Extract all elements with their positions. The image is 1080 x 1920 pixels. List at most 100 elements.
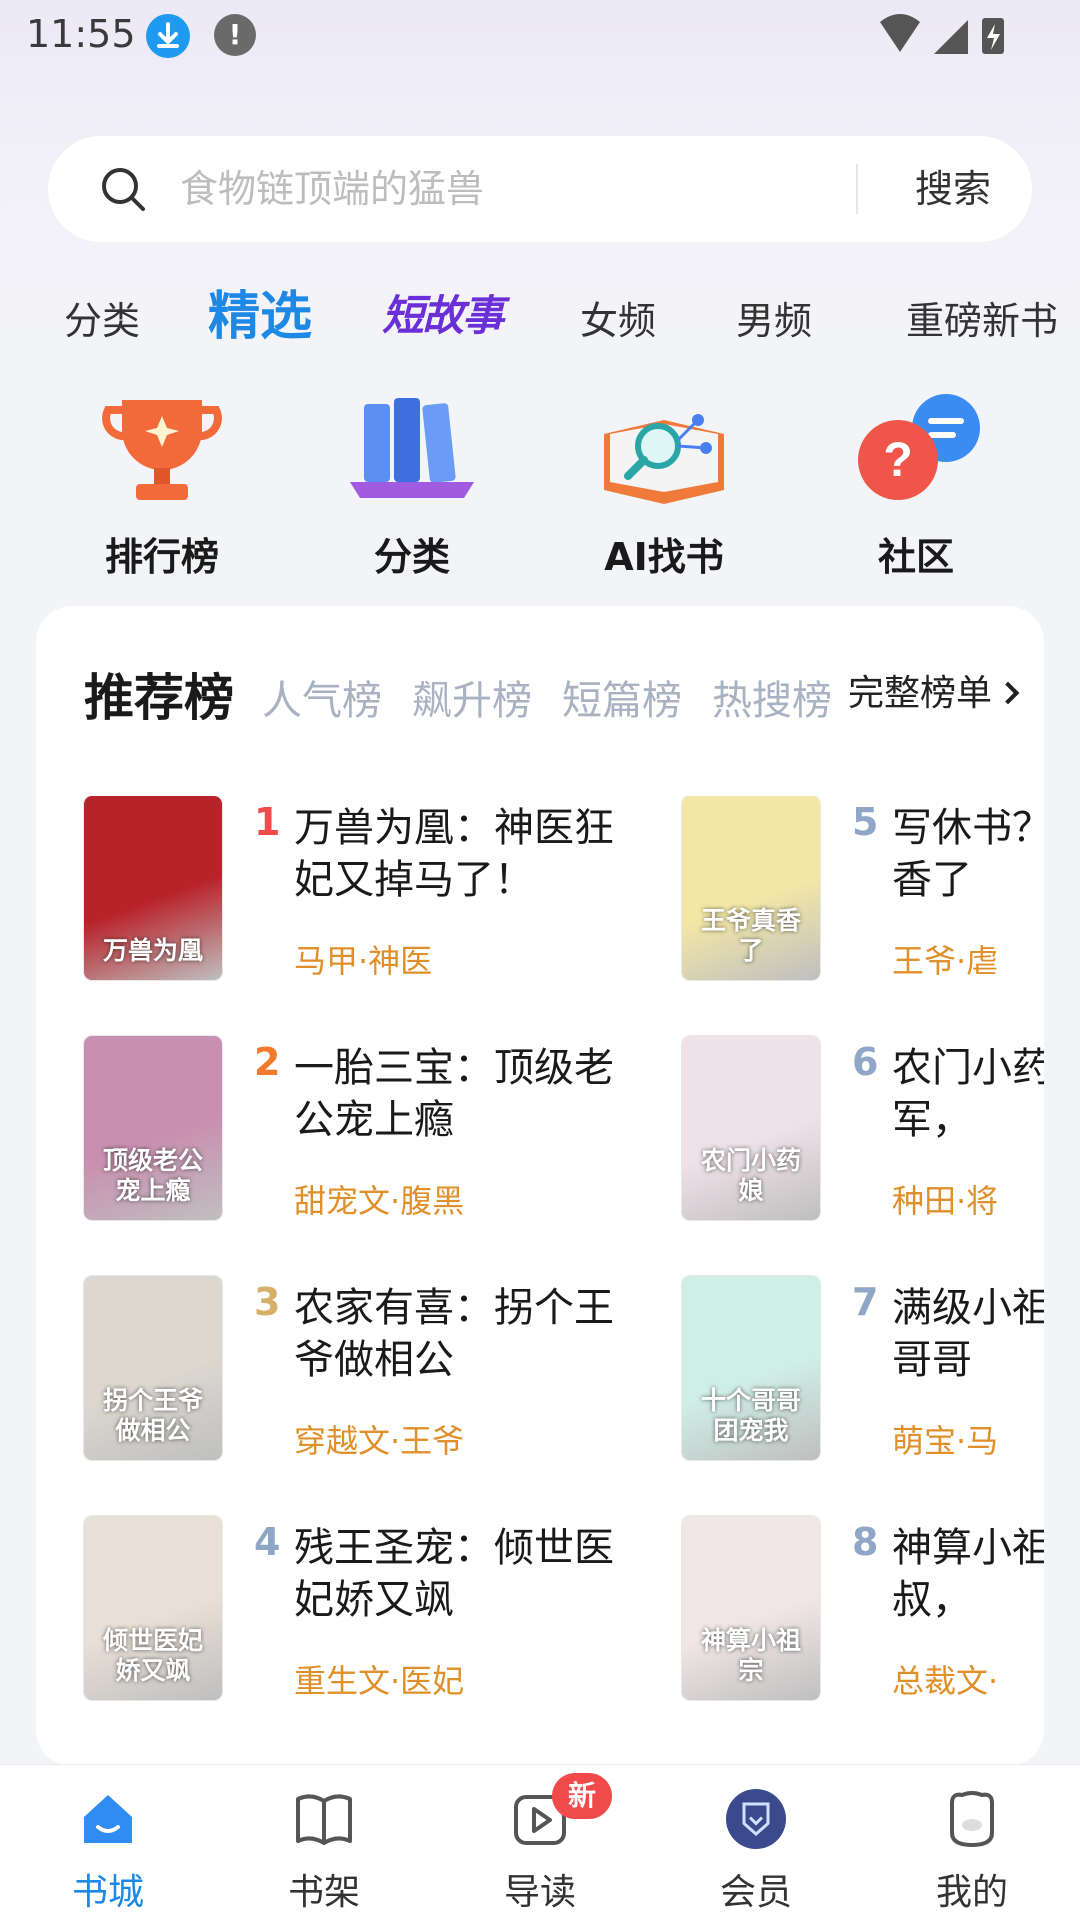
book-tags: 种田·将 [892,1182,999,1220]
signal-icon [934,20,968,54]
svg-text:?: ? [883,434,912,487]
book-item[interactable]: 万兽为凰 1 万兽为凰：神医狂妃又掉马了！ 马甲·神医 [84,796,684,980]
rank-tab-hot-search[interactable]: 热搜榜 [712,668,832,726]
quick-item-category[interactable]: 分类 [312,380,512,590]
rank-tab-short[interactable]: 短篇榜 [562,668,682,726]
cover-title: 顶级老公宠上瘾 [102,1146,203,1205]
full-list-label: 完整榜单 [847,673,992,714]
cover-title: 神算小祖宗 [700,1626,801,1685]
book-tags: 王爷·虐 [892,942,999,980]
book-tags: 总裁文· [892,1662,999,1700]
nav-bookshelf[interactable]: 书架 [216,1765,432,1920]
nav-profile[interactable]: 我的 [864,1765,1080,1920]
status-bar: 11:55 ! [0,0,1080,72]
book-tags: 马甲·神医 [294,942,433,980]
book-cover: 顶级老公宠上瘾 [84,1036,222,1220]
book-item[interactable]: 顶级老公宠上瘾 2 一胎三宝：顶级老公宠上瘾 甜宠文·腹黑 [84,1036,684,1220]
rank-tab-recommend[interactable]: 推荐榜 [84,658,234,730]
tab-new-books[interactable]: 重磅新书 [906,290,1058,345]
rank-number: 8 [852,1520,879,1564]
book-item[interactable]: 农门小药娘 6 农门小药娘：将军， 种田·将 [682,1036,1044,1220]
nav-label-bookstore: 书城 [71,1872,144,1913]
book-item[interactable]: 十个哥哥团宠我 7 满级小祖宗：十个哥哥 萌宝·马 [682,1276,1044,1460]
home-icon [78,1789,138,1849]
quick-item-community[interactable]: ? 社区 [816,380,1016,590]
tab-short-story[interactable]: 短故事 [382,282,504,343]
book-title: 农门小药娘：将军， [892,1045,1044,1143]
quick-label-community: 社区 [877,535,954,579]
quick-label-ai-search: AI找书 [604,535,724,579]
book-tags: 甜宠文·腹黑 [294,1182,465,1220]
book-item[interactable]: 倾世医妃娇又飒 4 残王圣宠：倾世医妃娇又飒 重生文·医妃 [84,1516,684,1700]
profile-bear-icon [942,1789,1002,1849]
search-button[interactable]: 搜索 [888,162,1018,216]
download-icon [146,14,190,58]
ai-search-book-icon [594,390,734,510]
book-title: 农家有喜：拐个王爷做相公 [294,1285,614,1383]
search-bar: 搜索 [48,136,1032,242]
book-cover: 拐个王爷做相公 [84,1276,222,1460]
status-time: 11:55 [26,12,136,56]
quick-label-category: 分类 [373,535,450,579]
tab-featured[interactable]: 精选 [208,274,312,349]
rank-tab-popular[interactable]: 人气榜 [262,668,382,726]
book-item[interactable]: 王爷真香了 5 写休书？王爷他真香了 王爷·虐 [682,796,1044,980]
book-item[interactable]: 神算小祖宗 8 神算小祖宗：大叔， 总裁文· [682,1516,1044,1700]
quick-item-ai-search[interactable]: AI找书 [564,380,764,590]
book-cover: 十个哥哥团宠我 [682,1276,820,1460]
book-title: 写休书？王爷他真香了 [892,805,1044,903]
rank-number: 5 [852,800,879,844]
quick-item-ranking[interactable]: 排行榜 [62,380,262,590]
nav-label-bookshelf: 书架 [287,1872,360,1913]
new-badge: 新 [552,1773,612,1819]
rank-number: 2 [254,1040,281,1084]
search-input[interactable] [180,156,880,222]
nav-vip[interactable]: 会员 [648,1765,864,1920]
rank-tabs: 推荐榜 人气榜 飙升榜 短篇榜 热搜榜 完整榜单 [36,658,1044,728]
nav-guide[interactable]: 新 导读 [432,1765,648,1920]
book-cover: 王爷真香了 [682,796,820,980]
cover-title: 十个哥哥团宠我 [700,1386,801,1445]
tab-male[interactable]: 男频 [736,290,812,345]
book-cover: 万兽为凰 [84,796,222,980]
chevron-right-icon [996,681,1020,705]
status-indicators [878,12,1008,60]
book-cover: 农门小药娘 [682,1036,820,1220]
cover-title: 万兽为凰 [102,936,203,965]
book-title: 万兽为凰：神医狂妃又掉马了！ [294,805,614,903]
nav-label-vip: 会员 [719,1872,792,1913]
rank-tab-rising[interactable]: 飙升榜 [412,668,532,726]
rank-number: 3 [254,1280,281,1324]
search-divider [856,164,858,214]
category-tabs: 分类 精选 短故事 女频 男频 重磅新书 [0,268,1080,358]
nav-bookstore[interactable]: 书城 [0,1765,216,1920]
book-cover: 倾世医妃娇又飒 [84,1516,222,1700]
search-icon [100,166,146,212]
tab-female[interactable]: 女频 [580,290,656,345]
rank-card: 推荐榜 人气榜 飙升榜 短篇榜 热搜榜 完整榜单 万兽为凰 1 万兽为凰：神医狂… [36,606,1044,1766]
quick-nav: 排行榜 分类 AI找书 ? 社区 [0,380,1080,590]
alert-icon: ! [214,14,256,56]
quick-label-ranking: 排行榜 [104,535,219,579]
cover-title: 王爷真香了 [700,906,801,965]
book-item[interactable]: 拐个王爷做相公 3 农家有喜：拐个王爷做相公 穿越文·王爷 [84,1276,684,1460]
cover-title: 倾世医妃娇又飒 [102,1626,203,1685]
rank-number: 6 [852,1040,879,1084]
cover-title: 拐个王爷做相公 [102,1386,203,1445]
book-tags: 重生文·医妃 [294,1662,465,1700]
nav-label-guide: 导读 [503,1872,576,1913]
book-title: 一胎三宝：顶级老公宠上瘾 [294,1045,614,1143]
book-title: 残王圣宠：倾世医妃娇又飒 [294,1525,614,1623]
full-list-link[interactable]: 完整榜单 [831,664,1020,724]
cover-title: 农门小药娘 [700,1146,801,1205]
bottom-nav: 书城 书架 新 导读 会员 我的 [0,1764,1080,1920]
book-title: 神算小祖宗：大叔， [892,1525,1044,1623]
rank-number: 7 [852,1280,879,1324]
vip-shield-icon [726,1789,786,1849]
chat-bubbles-icon: ? [846,390,986,510]
rank-list: 万兽为凰 1 万兽为凰：神医狂妃又掉马了！ 马甲·神医 顶级老公宠上瘾 2 一胎… [36,796,1044,1756]
nav-label-profile: 我的 [935,1872,1008,1913]
wifi-icon [880,14,920,52]
book-open-icon [294,1789,354,1849]
tab-category[interactable]: 分类 [64,290,140,345]
